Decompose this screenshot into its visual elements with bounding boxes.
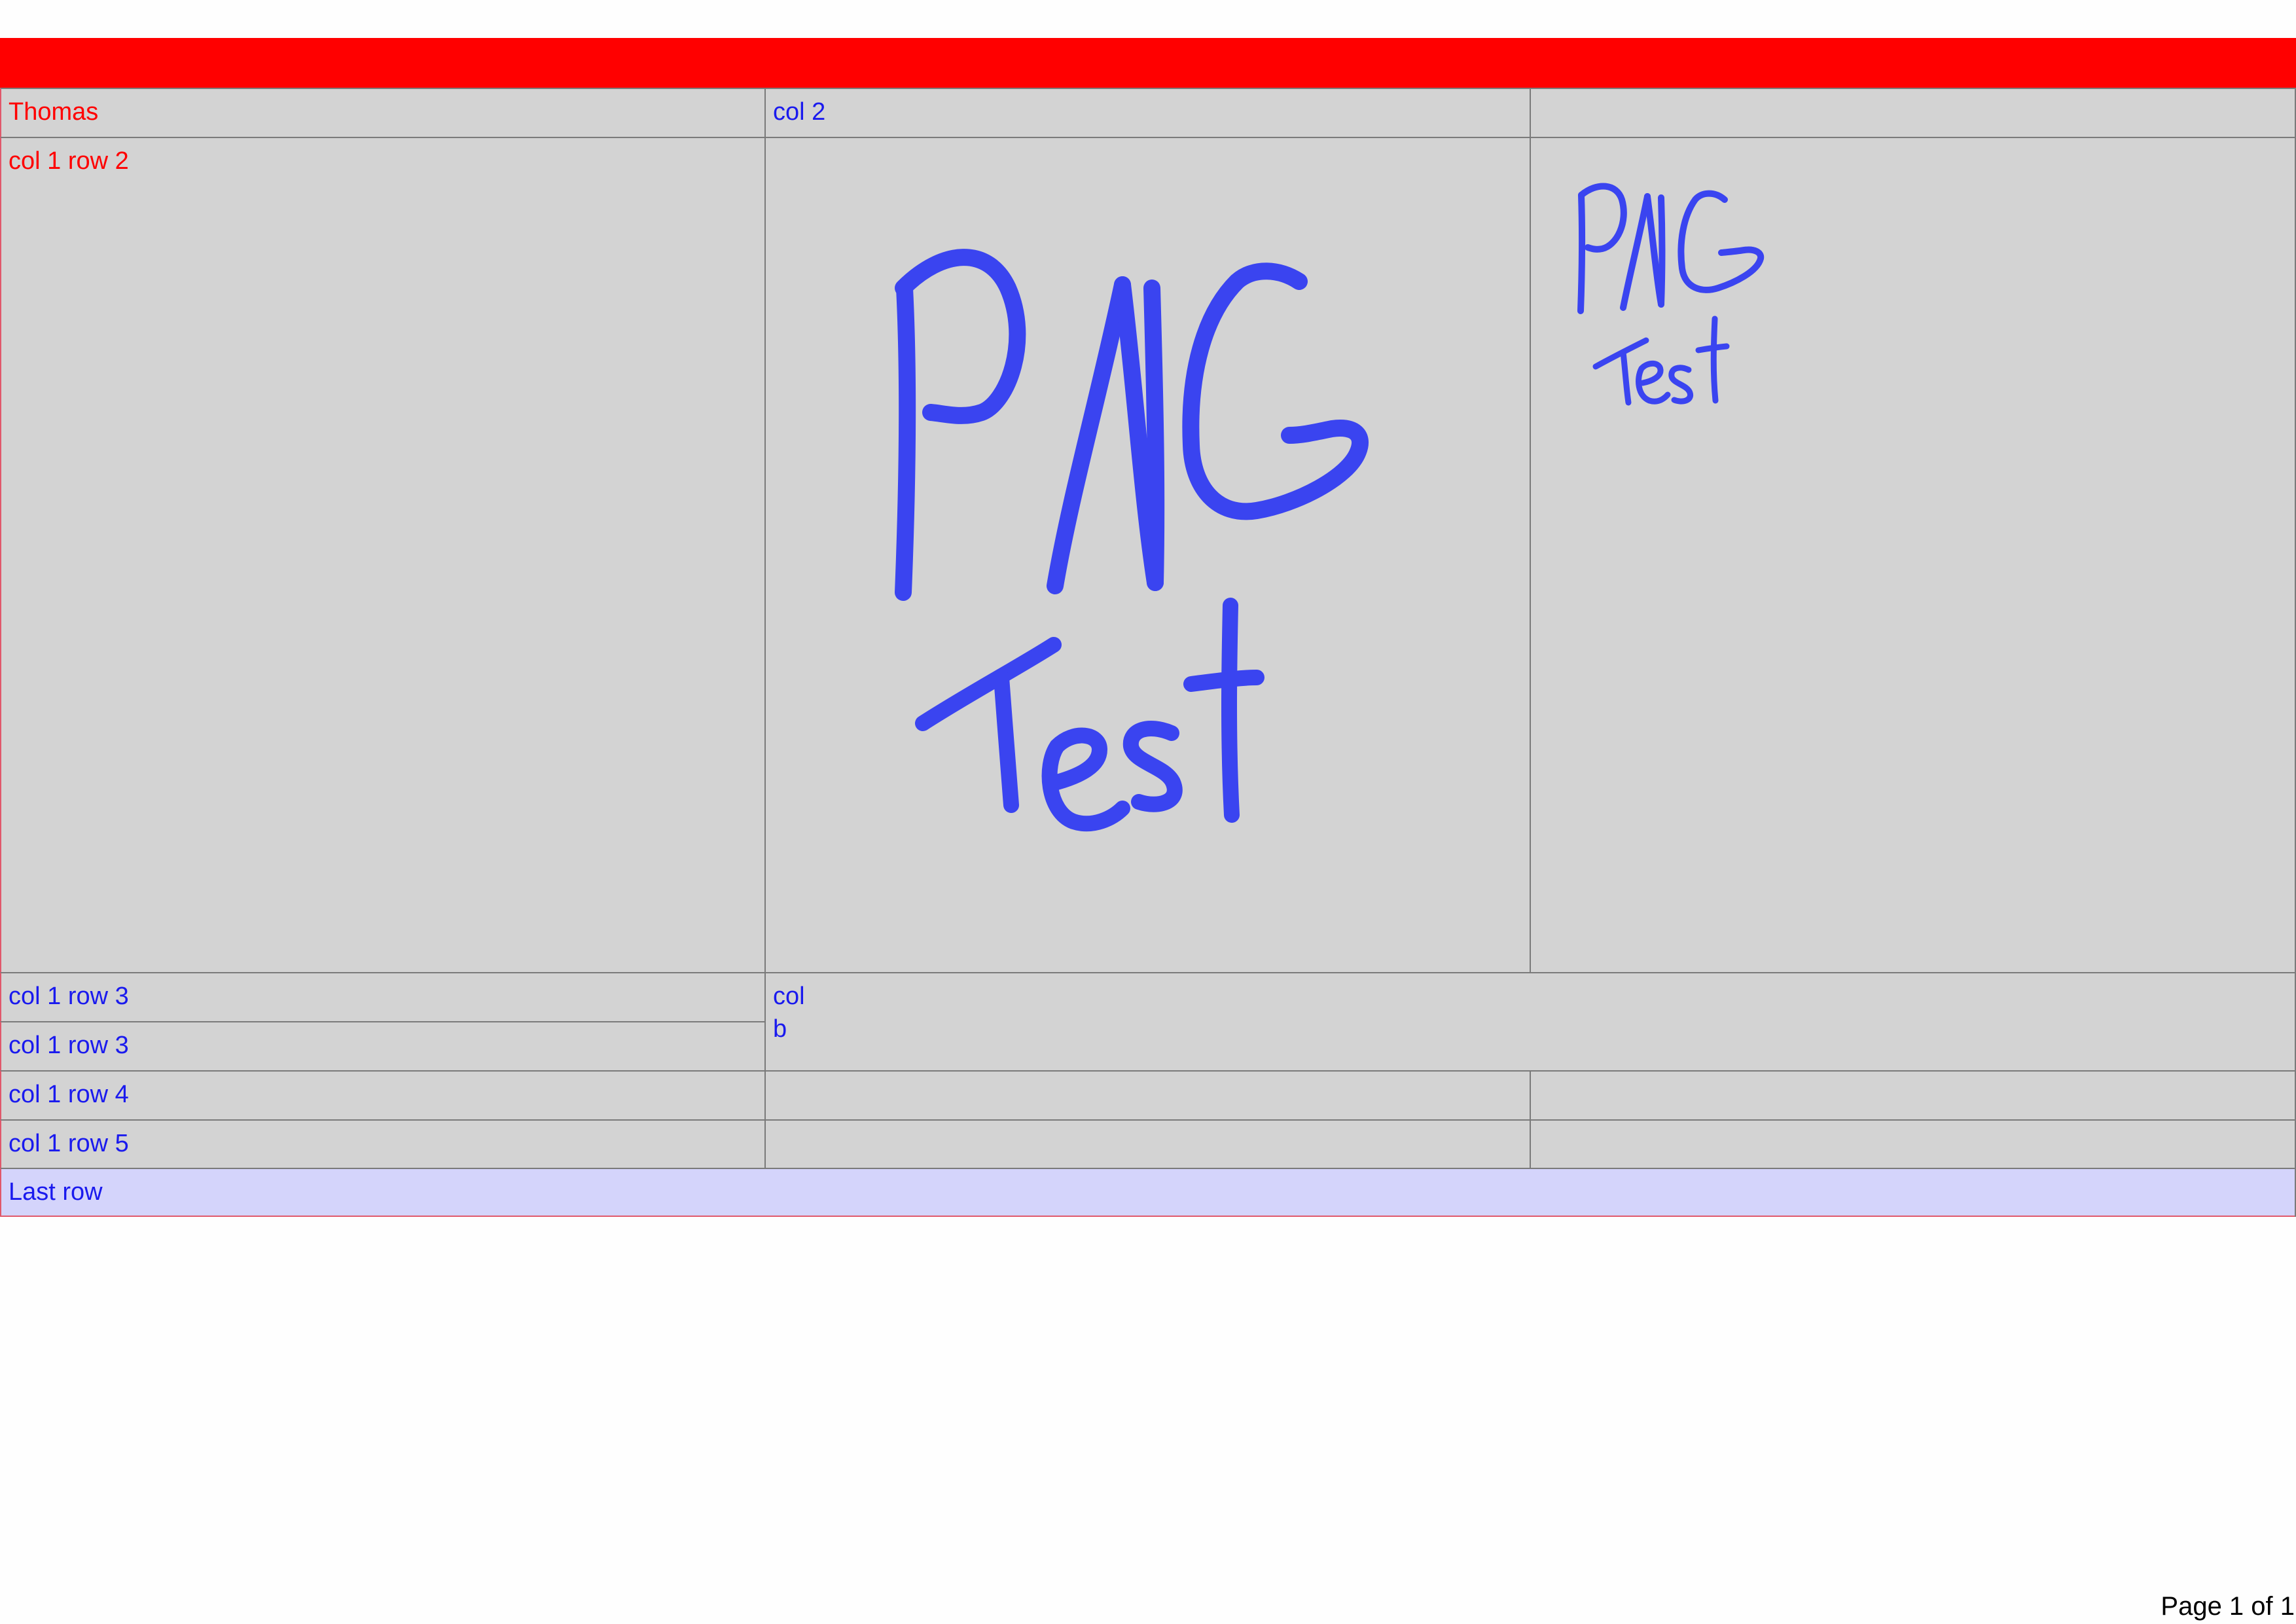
cell-r5-c3 xyxy=(1530,1119,2296,1168)
cell-r3-c1b: col 1 row 3 xyxy=(0,1021,766,1070)
cell-r5-c1: col 1 row 5 xyxy=(0,1119,766,1168)
cell-r3-c2-merged: col b xyxy=(764,972,2296,1070)
cell-r1-c1-text: Thomas xyxy=(9,98,99,126)
cell-r3-c1b-text: col 1 row 3 xyxy=(9,1032,129,1059)
cell-r2-c1: col 1 row 2 xyxy=(0,137,766,972)
page-number: Page 1 of 1 xyxy=(2161,1592,2295,1621)
cell-r3-c1a-text: col 1 row 3 xyxy=(9,983,129,1010)
last-row-text: Last row xyxy=(9,1178,103,1206)
document-page: Thomas col 2 col 1 row 2 col 1 row 3 col… xyxy=(0,0,2296,1624)
cell-r3-c1a: col 1 row 3 xyxy=(0,972,766,1021)
cell-r2-c1-text: col 1 row 2 xyxy=(9,147,129,175)
cell-r1-c3 xyxy=(1530,88,2296,137)
cell-r5-c2 xyxy=(764,1119,1531,1168)
cell-r3-c2-line1: col xyxy=(773,983,805,1010)
png-test-small-image xyxy=(1577,183,1765,406)
cell-r1-c2: col 2 xyxy=(764,88,1531,137)
cell-r4-c2 xyxy=(764,1070,1531,1119)
cell-r5-c1-text: col 1 row 5 xyxy=(9,1130,129,1157)
cell-r3-c2-line2: b xyxy=(773,1015,787,1043)
cell-r1-c2-text: col 2 xyxy=(773,98,826,126)
png-test-large-image xyxy=(895,249,1369,832)
cell-r4-c1: col 1 row 4 xyxy=(0,1070,766,1119)
header-bar xyxy=(0,38,2296,88)
last-row: Last row xyxy=(0,1168,2296,1217)
cell-r4-c1-text: col 1 row 4 xyxy=(9,1081,129,1108)
cell-r4-c3 xyxy=(1530,1070,2296,1119)
cell-r1-c1: Thomas xyxy=(0,88,766,137)
